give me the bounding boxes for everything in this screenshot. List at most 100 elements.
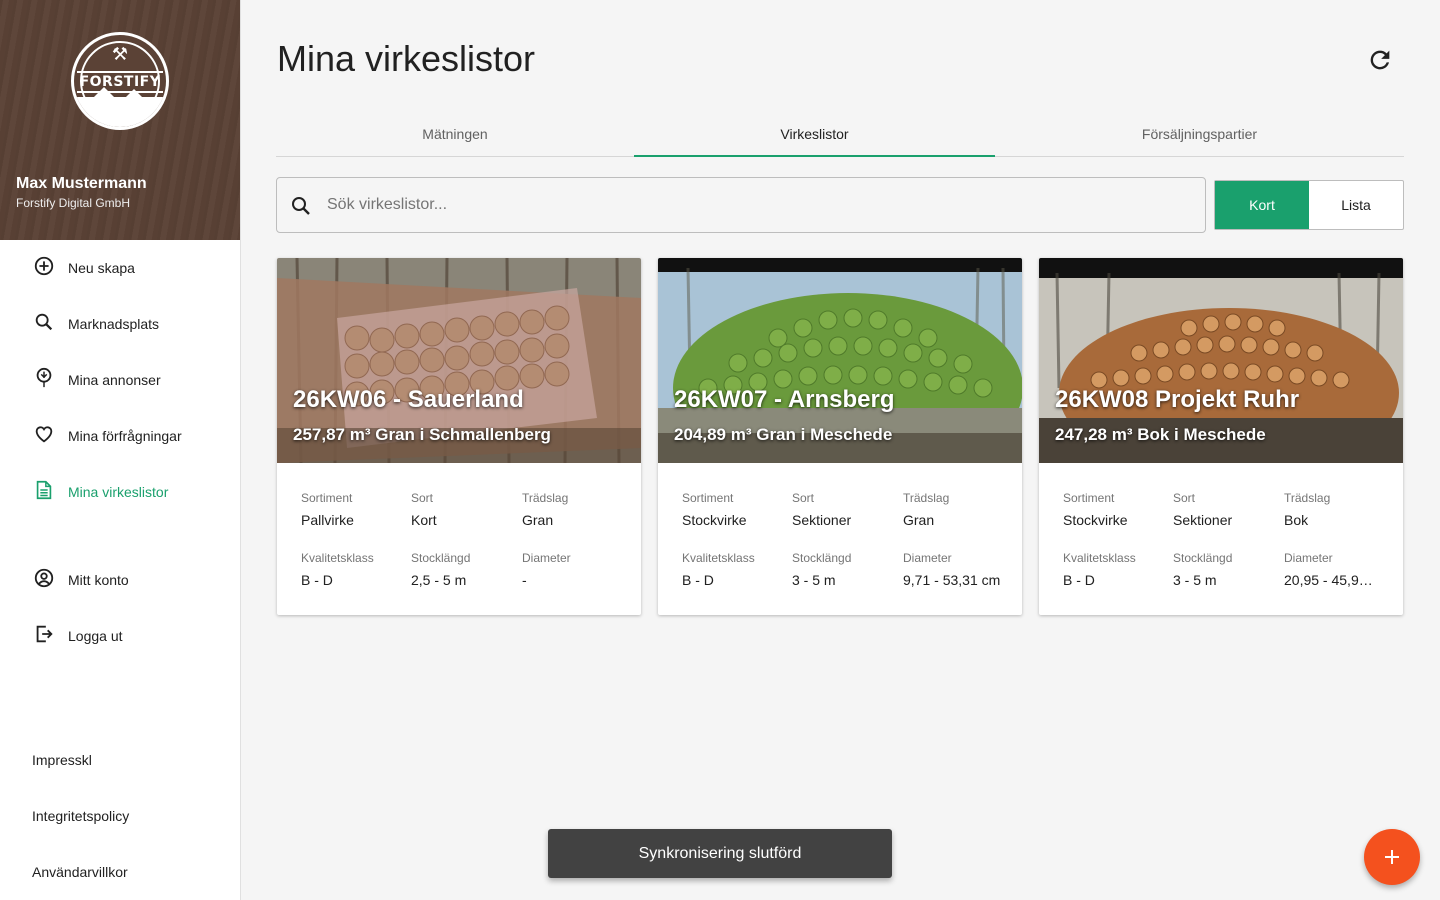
field-diameter: Diameter 20,95 - 45,91 cm [1284, 551, 1380, 588]
nav-item-mitt-konto[interactable]: Mitt konto [0, 556, 240, 604]
card-title: 26KW06 - Sauerland [293, 386, 524, 413]
field-sortiment: Sortiment Stockvirke [1063, 491, 1168, 528]
nav-label: Mina förfrågningar [68, 428, 182, 444]
field-label: Diameter [1284, 551, 1333, 565]
sidebar: ⚒ FORSTIFY Max Mustermann Forstify Digit… [0, 0, 241, 900]
snackbar: Synkronisering slutförd [548, 829, 892, 878]
field-value: B - D [301, 572, 333, 588]
field-stocklangd: Stocklängd 3 - 5 m [792, 551, 897, 588]
field-sortiment: Sortiment Stockvirke [682, 491, 787, 528]
footer-link-impressum[interactable]: Impresskl [32, 752, 92, 768]
field-label: Sort [1173, 491, 1196, 505]
field-value: Gran [522, 512, 554, 528]
field-stocklangd: Stocklängd 2,5 - 5 m [411, 551, 516, 588]
logout-icon [36, 625, 53, 643]
field-label: Trädslag [522, 491, 569, 505]
field-value: Gran [903, 512, 935, 528]
tab-bar: Mätningen Virkeslistor Försäljningsparti… [276, 112, 1404, 157]
search-field [276, 177, 1206, 233]
nav-item-mina-virkeslistor[interactable]: Mina virkeslistor [0, 468, 240, 516]
tab-forsaljningspartier[interactable]: Försäljningspartier [995, 112, 1404, 156]
tab-virkeslistor[interactable]: Virkeslistor [634, 112, 995, 156]
footer-link-integritetspolicy[interactable]: Integritetspolicy [32, 808, 129, 824]
nav-label: Mina virkeslistor [68, 484, 169, 500]
card-image-log-pile: 26KW08 Projekt Ruhr 247,28 m³ Bok i Mesc… [1039, 258, 1403, 463]
nav-label: Neu skapa [68, 260, 135, 276]
field-kvalitetsklass: Kvalitetsklass B - D [1063, 551, 1168, 588]
nav-label: Marknadsplats [68, 316, 160, 332]
field-label: Diameter [522, 551, 571, 565]
card-subtitle: 204,89 m³ Gran i Meschede [674, 425, 893, 444]
logo-forest-silhouette [74, 87, 166, 127]
view-card-button[interactable]: Kort [1215, 181, 1309, 229]
field-value: 9,71 - 53,31 cm [903, 572, 1001, 588]
map-pin-icon [36, 367, 52, 388]
nav-item-neu-skapa[interactable]: Neu skapa [0, 244, 240, 292]
field-label: Trädslag [1284, 491, 1331, 505]
field-value: Stockvirke [1063, 512, 1128, 528]
field-label: Stocklängd [411, 551, 471, 565]
nav-label: Mitt konto [68, 572, 129, 588]
field-sort: Sort Sektioner [792, 491, 897, 528]
card-subtitle: 257,87 m³ Gran i Schmallenberg [293, 425, 551, 444]
nav-item-mina-forfragningar[interactable]: Mina förfrågningar [0, 412, 240, 460]
field-kvalitetsklass: Kvalitetsklass B - D [682, 551, 787, 588]
nav-item-mina-annonser[interactable]: Mina annonser [0, 356, 240, 404]
field-sort: Sort Kort [411, 491, 516, 528]
field-sortiment: Sortiment Pallvirke [301, 491, 406, 528]
card-title: 26KW08 Projekt Ruhr [1055, 386, 1300, 413]
field-label: Diameter [903, 551, 952, 565]
timber-list-card[interactable]: 26KW07 - Arnsberg 204,89 m³ Gran i Mesch… [658, 258, 1022, 615]
field-label: Sort [411, 491, 434, 505]
nav-item-marknadsplats[interactable]: Marknadsplats [0, 300, 240, 348]
view-toggle: Kort Lista [1214, 180, 1404, 230]
field-label: Trädslag [903, 491, 950, 505]
field-tradslag: Trädslag Bok [1284, 491, 1389, 528]
nav-item-logga-ut[interactable]: Logga ut [0, 612, 240, 660]
profile-header: ⚒ FORSTIFY Max Mustermann Forstify Digit… [0, 0, 240, 240]
logo-text: FORSTIFY [77, 71, 163, 93]
page-title: Mina virkeslistor [277, 38, 536, 79]
forstify-logo: ⚒ FORSTIFY [71, 32, 169, 130]
footer-link-anvandarvillkor[interactable]: Användarvillkor [32, 864, 128, 880]
field-value: Kort [411, 512, 437, 528]
search-icon [292, 197, 310, 215]
field-stocklangd: Stocklängd 3 - 5 m [1173, 551, 1278, 588]
field-label: Kvalitetsklass [682, 551, 755, 565]
field-tradslag: Trädslag Gran [903, 491, 1008, 528]
tab-active-indicator [634, 155, 995, 157]
field-value: B - D [682, 572, 714, 588]
timber-list-card[interactable]: 26KW08 Projekt Ruhr 247,28 m³ Bok i Mesc… [1039, 258, 1403, 615]
search-input[interactable] [327, 188, 1187, 222]
field-value: Sektioner [1173, 512, 1233, 528]
card-title: 26KW07 - Arnsberg [674, 386, 895, 413]
user-company: Forstify Digital GmbH [16, 196, 131, 210]
field-tradslag: Trädslag Gran [522, 491, 627, 528]
field-label: Sortiment [682, 491, 734, 505]
nav-label: Mina annonser [68, 372, 161, 388]
field-value: 3 - 5 m [792, 572, 836, 588]
card-image-log-pile: 26KW07 - Arnsberg 204,89 m³ Gran i Mesch… [658, 258, 1022, 463]
field-label: Sortiment [301, 491, 353, 505]
document-list-icon [36, 480, 52, 500]
view-list-button[interactable]: Lista [1309, 181, 1403, 229]
account-icon [34, 568, 54, 588]
field-value: Bok [1284, 512, 1309, 528]
field-diameter: Diameter - [522, 551, 627, 588]
refresh-icon[interactable] [1366, 46, 1394, 74]
field-kvalitetsklass: Kvalitetsklass B - D [301, 551, 406, 588]
crossed-axes-icon: ⚒ [111, 44, 129, 64]
field-label: Kvalitetsklass [1063, 551, 1136, 565]
timber-list-card[interactable]: 26KW06 - Sauerland 257,87 m³ Gran i Schm… [277, 258, 641, 615]
field-value: Sektioner [792, 512, 852, 528]
tab-matningen[interactable]: Mätningen [276, 112, 634, 156]
field-label: Sortiment [1063, 491, 1115, 505]
nav-label: Logga ut [68, 628, 123, 644]
add-fab-button[interactable] [1364, 829, 1420, 885]
plus-circle-icon [34, 256, 54, 276]
field-value: - [522, 572, 527, 588]
field-value: 20,95 - 45,91 cm [1284, 572, 1380, 588]
field-value: Stockvirke [682, 512, 747, 528]
field-value: 2,5 - 5 m [411, 572, 467, 588]
search-icon [35, 313, 53, 331]
